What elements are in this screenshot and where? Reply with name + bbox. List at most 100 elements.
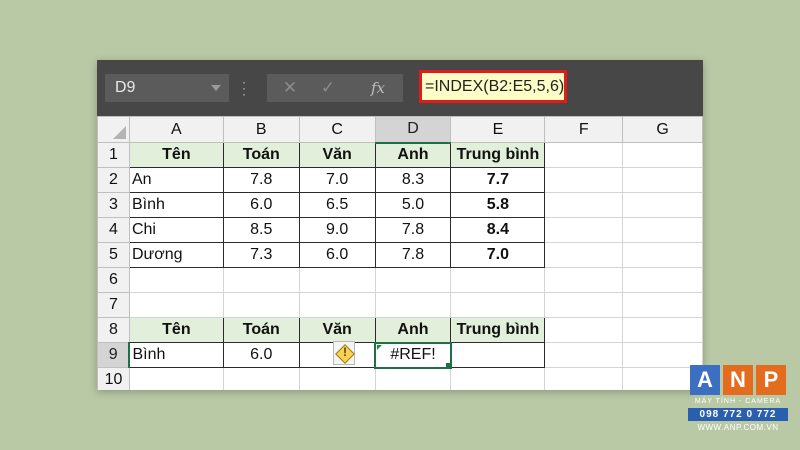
cell-f1[interactable] xyxy=(544,142,624,168)
row-header-5[interactable]: 5 xyxy=(97,242,130,268)
column-header-g[interactable]: G xyxy=(622,116,703,143)
row-header-4[interactable]: 4 xyxy=(97,217,130,243)
cell-d2[interactable]: 8.3 xyxy=(374,167,452,193)
logo-letters: A N P xyxy=(688,365,788,395)
cell-d7[interactable] xyxy=(374,292,452,318)
column-header-d[interactable]: D xyxy=(374,116,452,144)
cell-e7[interactable] xyxy=(450,292,546,318)
more-options-icon[interactable]: · · · xyxy=(241,76,247,100)
cell-b4[interactable]: 8.5 xyxy=(222,217,300,243)
cell-a1[interactable]: Tên xyxy=(128,142,224,168)
cell-c2[interactable]: 7.0 xyxy=(298,167,376,193)
cell-e10[interactable] xyxy=(450,367,546,390)
cell-d9-active[interactable]: #REF! xyxy=(374,341,452,369)
cell-a5[interactable]: Dương xyxy=(128,242,224,268)
cell-e4[interactable]: 8.4 xyxy=(450,217,546,243)
formula-input[interactable]: =INDEX(B2:E5,5,6) xyxy=(419,70,567,103)
row-header-10[interactable]: 10 xyxy=(97,367,130,390)
cell-e6[interactable] xyxy=(450,267,546,293)
cell-d10[interactable] xyxy=(374,367,452,390)
cell-b9[interactable]: 6.0 xyxy=(222,342,300,368)
cell-e3[interactable]: 5.8 xyxy=(450,192,546,218)
cell-g7[interactable] xyxy=(622,292,703,318)
cell-g1[interactable] xyxy=(622,142,703,168)
cell-e1[interactable]: Trung bình xyxy=(450,142,546,168)
cell-c5[interactable]: 6.0 xyxy=(298,242,376,268)
row-header-9[interactable]: 9 xyxy=(97,342,131,368)
select-all-corner[interactable] xyxy=(97,116,130,143)
cell-f6[interactable] xyxy=(544,267,624,293)
name-box-value: D9 xyxy=(115,79,136,96)
cell-e2[interactable]: 7.7 xyxy=(450,167,546,193)
cell-c6[interactable] xyxy=(298,267,376,293)
row-header-1[interactable]: 1 xyxy=(97,142,130,168)
row-header-2[interactable]: 2 xyxy=(97,167,130,193)
cell-a9[interactable]: Bình xyxy=(128,342,224,368)
cell-d1[interactable]: Anh xyxy=(374,142,452,168)
cell-c10[interactable] xyxy=(298,367,376,390)
cell-g4[interactable] xyxy=(622,217,703,243)
cell-g6[interactable] xyxy=(622,267,703,293)
cell-b6[interactable] xyxy=(222,267,300,293)
cell-c3[interactable]: 6.5 xyxy=(298,192,376,218)
cell-b5[interactable]: 7.3 xyxy=(222,242,300,268)
cell-f7[interactable] xyxy=(544,292,624,318)
fill-handle[interactable] xyxy=(444,361,449,366)
cell-c8[interactable]: Văn xyxy=(298,317,376,343)
cell-f10[interactable] xyxy=(544,367,624,390)
row-header-3[interactable]: 3 xyxy=(97,192,130,218)
spreadsheet-grid: A B C D E F G 1 Tên Toán Văn Anh Trung b… xyxy=(97,116,703,390)
cell-b7[interactable] xyxy=(222,292,300,318)
cell-g9[interactable] xyxy=(622,342,703,368)
confirm-icon[interactable]: ✓ xyxy=(313,74,343,102)
cancel-icon[interactable]: ✕ xyxy=(275,74,305,102)
cell-b10[interactable] xyxy=(222,367,300,390)
cell-c7[interactable] xyxy=(298,292,376,318)
name-box[interactable]: D9 xyxy=(105,74,229,102)
cell-b2[interactable]: 7.8 xyxy=(222,167,300,193)
cell-f2[interactable] xyxy=(544,167,624,193)
cell-d3[interactable]: 5.0 xyxy=(374,192,452,218)
cell-f3[interactable] xyxy=(544,192,624,218)
cell-c4[interactable]: 9.0 xyxy=(298,217,376,243)
row-header-7[interactable]: 7 xyxy=(97,292,130,318)
cell-e9[interactable] xyxy=(450,342,546,368)
cell-e8[interactable]: Trung bình xyxy=(450,317,546,343)
cell-g8[interactable] xyxy=(622,317,703,343)
row-header-6[interactable]: 6 xyxy=(97,267,130,293)
cell-d5[interactable]: 7.8 xyxy=(374,242,452,268)
formula-bar: D9 · · · ✕ ✓ fx =INDEX(B2:E5,5,6) xyxy=(97,60,703,116)
cell-c1[interactable]: Văn xyxy=(298,142,376,168)
cell-d8[interactable]: Anh xyxy=(374,317,452,343)
cell-a6[interactable] xyxy=(128,267,224,293)
cell-f9[interactable] xyxy=(544,342,624,368)
error-warning-button[interactable]: ! xyxy=(333,341,355,365)
cell-g5[interactable] xyxy=(622,242,703,268)
column-header-a[interactable]: A xyxy=(128,116,224,143)
cell-b1[interactable]: Toán xyxy=(222,142,300,168)
row-header-8[interactable]: 8 xyxy=(97,317,130,343)
cell-e5[interactable]: 7.0 xyxy=(450,242,546,268)
column-header-c[interactable]: C xyxy=(298,116,376,143)
cell-b8[interactable]: Toán xyxy=(222,317,300,343)
column-header-b[interactable]: B xyxy=(222,116,300,143)
cell-a3[interactable]: Bình xyxy=(128,192,224,218)
cell-f4[interactable] xyxy=(544,217,624,243)
chevron-down-icon[interactable] xyxy=(211,85,221,91)
cell-a2[interactable]: An xyxy=(128,167,224,193)
cell-g2[interactable] xyxy=(622,167,703,193)
cell-g3[interactable] xyxy=(622,192,703,218)
cell-a4[interactable]: Chi xyxy=(128,217,224,243)
cell-b3[interactable]: 6.0 xyxy=(222,192,300,218)
cell-d6[interactable] xyxy=(374,267,452,293)
cell-a7[interactable] xyxy=(128,292,224,318)
insert-function-icon[interactable]: fx xyxy=(363,74,393,102)
cell-a8[interactable]: Tên xyxy=(128,317,224,343)
column-header-f[interactable]: F xyxy=(544,116,624,143)
column-header-e[interactable]: E xyxy=(450,116,546,143)
logo-tagline: MÁY TÍNH - CAMERA xyxy=(694,398,782,405)
cell-f5[interactable] xyxy=(544,242,624,268)
cell-d4[interactable]: 7.8 xyxy=(374,217,452,243)
cell-f8[interactable] xyxy=(544,317,624,343)
cell-a10[interactable] xyxy=(128,367,224,390)
